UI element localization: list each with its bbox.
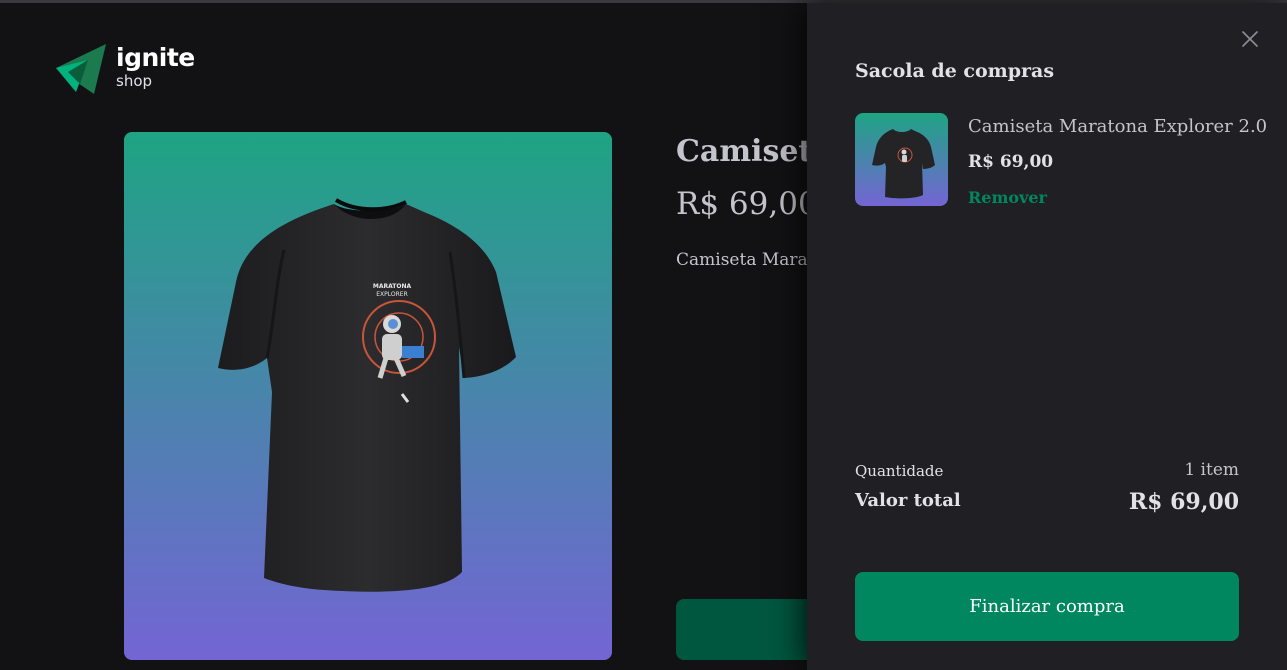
cart-item-thumbnail bbox=[855, 113, 948, 206]
ignite-shop-logo[interactable]: ignite shop bbox=[54, 44, 195, 96]
svg-text:MARATONA: MARATONA bbox=[373, 283, 412, 290]
cart-drawer: Sacola de compras Camiseta Maratona Expl… bbox=[807, 3, 1287, 670]
svg-text:EXPLORER: EXPLORER bbox=[376, 291, 408, 298]
quantity-label: Quantidade bbox=[855, 462, 944, 480]
remove-item-button[interactable]: Remover bbox=[968, 188, 1047, 207]
cart-item-name: Camiseta Maratona Explorer 2.0 bbox=[968, 116, 1268, 137]
product-price: R$ 69,00 bbox=[676, 186, 818, 222]
total-label: Valor total bbox=[855, 490, 961, 511]
cart-item-price: R$ 69,00 bbox=[968, 152, 1054, 172]
tshirt-image: MARATONA EXPLORER bbox=[218, 198, 516, 592]
close-icon[interactable] bbox=[1240, 29, 1260, 49]
logo-subtitle: shop bbox=[116, 72, 153, 90]
quantity-value: 1 item bbox=[1184, 460, 1239, 480]
tshirt-thumbnail-icon bbox=[872, 129, 935, 199]
cart-item: Camiseta Maratona Explorer 2.0 R$ 69,00 … bbox=[855, 113, 1267, 213]
logo-mark-icon bbox=[56, 44, 106, 94]
checkout-button[interactable]: Finalizar compra bbox=[855, 572, 1239, 641]
product-image: MARATONA EXPLORER bbox=[124, 132, 612, 660]
cart-title: Sacola de compras bbox=[855, 60, 1055, 82]
logo-title: ignite bbox=[116, 43, 195, 72]
total-value: R$ 69,00 bbox=[1128, 489, 1239, 515]
